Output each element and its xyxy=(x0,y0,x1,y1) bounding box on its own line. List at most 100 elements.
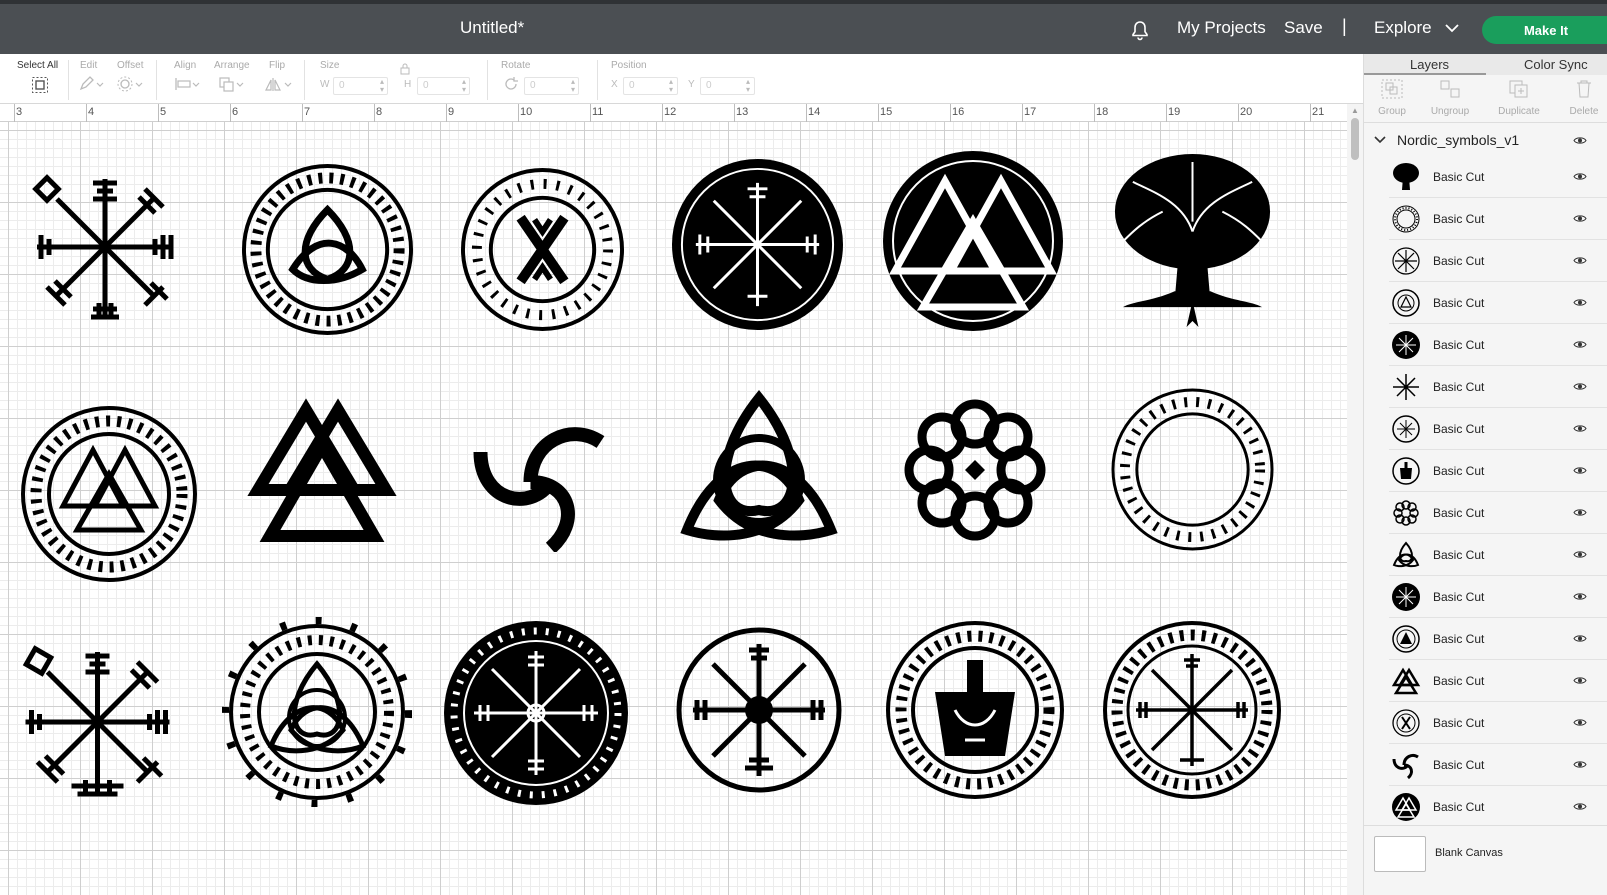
celtic-knot-flower-symbol[interactable] xyxy=(895,390,1055,550)
save-button[interactable]: Save xyxy=(1284,18,1323,38)
runic-ring-thumb-icon xyxy=(1392,205,1420,233)
layer-row[interactable]: Basic Cut xyxy=(1389,492,1607,534)
layer-row[interactable]: Basic Cut xyxy=(1389,366,1607,408)
eye-icon[interactable] xyxy=(1573,256,1587,265)
layer-row[interactable]: Basic Cut xyxy=(1389,450,1607,492)
rotate-label: Rotate xyxy=(501,60,531,71)
pencil-icon[interactable] xyxy=(78,76,104,92)
eye-icon[interactable] xyxy=(1573,718,1587,727)
layer-row[interactable]: Basic Cut xyxy=(1389,786,1607,828)
layer-group-row[interactable]: Nordic_symbols_v1 xyxy=(1364,124,1607,156)
ruler-tick xyxy=(662,104,663,122)
eye-icon[interactable] xyxy=(1573,802,1587,811)
eye-icon[interactable] xyxy=(1573,634,1587,643)
explore-menu[interactable]: Explore xyxy=(1374,18,1432,38)
eye-icon[interactable] xyxy=(1573,214,1587,223)
vegvisir-symbol[interactable] xyxy=(20,162,190,332)
eye-icon[interactable] xyxy=(1573,382,1587,391)
layer-row[interactable]: Basic Cut xyxy=(1389,156,1607,198)
layer-row[interactable]: Basic Cut xyxy=(1389,324,1607,366)
scroll-up-icon[interactable]: ▲ xyxy=(1351,106,1359,115)
scrollbar-thumb[interactable] xyxy=(1351,118,1359,160)
make-it-button[interactable]: Make It xyxy=(1482,16,1607,44)
layer-row[interactable]: Basic Cut xyxy=(1389,198,1607,240)
project-title[interactable]: Untitled* xyxy=(460,18,524,38)
x-stepper[interactable]: ▴ ▾ xyxy=(669,78,673,94)
layer-label: Basic Cut xyxy=(1433,758,1485,772)
valknut-black-disc-symbol[interactable] xyxy=(882,150,1064,332)
blank-canvas-row[interactable]: Blank Canvas xyxy=(1364,825,1607,895)
flip-icon[interactable] xyxy=(264,76,294,92)
bell-icon[interactable] xyxy=(1128,19,1152,43)
runic-triquetra-circle-symbol[interactable] xyxy=(240,162,415,337)
runic-ring-symbol[interactable] xyxy=(1110,387,1275,552)
vegvisir-large-symbol[interactable] xyxy=(15,637,180,807)
delete-button[interactable]: Delete xyxy=(1554,79,1607,117)
vegvisir-black-disc-symbol[interactable] xyxy=(670,157,845,332)
triple-horn-thumb-icon xyxy=(1392,753,1419,780)
eye-icon[interactable] xyxy=(1573,424,1587,433)
width-stepper[interactable]: ▴ ▾ xyxy=(380,78,384,94)
ruler-tick xyxy=(806,104,807,122)
align-icon[interactable] xyxy=(174,76,202,92)
tree-of-life-symbol[interactable] xyxy=(1110,154,1275,329)
tab-color-sync[interactable]: Color Sync xyxy=(1524,57,1588,72)
valknut-symbol[interactable] xyxy=(236,394,408,550)
offset-icon[interactable] xyxy=(117,76,145,92)
eye-icon[interactable] xyxy=(1573,760,1587,769)
vegvisir-runic-circle-symbol[interactable] xyxy=(1102,620,1282,800)
eye-icon[interactable] xyxy=(1573,592,1587,601)
layer-row[interactable]: Basic Cut xyxy=(1389,744,1607,786)
layer-row[interactable]: Basic Cut xyxy=(1389,660,1607,702)
panel-tabs: Layers Color Sync xyxy=(1364,54,1607,75)
layer-row[interactable]: Basic Cut xyxy=(1389,576,1607,618)
eye-icon[interactable] xyxy=(1573,340,1587,349)
chevron-down-icon[interactable] xyxy=(1445,24,1459,33)
ungroup-button[interactable]: Ungroup xyxy=(1420,79,1480,117)
design-canvas[interactable] xyxy=(0,122,1347,895)
layer-row[interactable]: Basic Cut xyxy=(1389,702,1607,744)
ruler-number: 16 xyxy=(952,106,965,118)
layer-label: Basic Cut xyxy=(1433,338,1485,352)
flip-label: Flip xyxy=(269,60,286,71)
layer-row[interactable]: Basic Cut xyxy=(1389,282,1607,324)
runic-x-circle-symbol[interactable] xyxy=(460,167,625,332)
triquetra-symbol[interactable] xyxy=(678,390,840,550)
rotate-stepper[interactable]: ▴ ▾ xyxy=(571,78,575,94)
eye-icon[interactable] xyxy=(1573,508,1587,517)
aegishjalmur-black-disc-symbol[interactable] xyxy=(443,620,629,806)
vegvisir-circle-symbol[interactable] xyxy=(676,627,842,793)
layer-row[interactable]: Basic Cut xyxy=(1389,240,1607,282)
y-stepper[interactable]: ▴ ▾ xyxy=(746,78,750,94)
trash-icon xyxy=(1577,80,1591,98)
ruler-number: 12 xyxy=(664,106,677,118)
ruler-number: 14 xyxy=(808,106,821,118)
canvas-vertical-scrollbar[interactable]: ▲ xyxy=(1347,104,1363,895)
my-projects-link[interactable]: My Projects xyxy=(1177,18,1266,38)
eye-icon[interactable] xyxy=(1573,136,1587,145)
lock-icon[interactable] xyxy=(400,63,410,75)
eye-icon[interactable] xyxy=(1573,298,1587,307)
triquetra-runic-ornate-symbol[interactable] xyxy=(222,617,412,807)
eye-icon[interactable] xyxy=(1573,172,1587,181)
triple-horn-symbol[interactable] xyxy=(468,412,613,552)
runic-valknut-circle-symbol[interactable] xyxy=(20,405,198,583)
eye-icon[interactable] xyxy=(1573,550,1587,559)
eye-icon[interactable] xyxy=(1573,466,1587,475)
duplicate-button[interactable]: Duplicate xyxy=(1489,79,1549,117)
layer-row[interactable]: Basic Cut xyxy=(1389,534,1607,576)
layer-row[interactable]: Basic Cut xyxy=(1389,618,1607,660)
toolbar-divider xyxy=(304,60,305,100)
layer-row[interactable]: Basic Cut xyxy=(1389,408,1607,450)
tab-layers[interactable]: Layers xyxy=(1410,57,1449,72)
group-button[interactable]: Group xyxy=(1362,79,1422,117)
mjolnir-runic-circle-symbol[interactable] xyxy=(885,620,1065,800)
group-name[interactable]: Nordic_symbols_v1 xyxy=(1397,132,1519,148)
eye-icon[interactable] xyxy=(1573,676,1587,685)
arrange-icon[interactable] xyxy=(218,76,246,92)
chevron-down-icon[interactable] xyxy=(1374,136,1386,144)
select-all-icon[interactable] xyxy=(31,76,49,94)
layer-label: Basic Cut xyxy=(1433,800,1485,814)
height-stepper[interactable]: ▴ ▾ xyxy=(462,78,466,94)
blank-canvas-swatch[interactable] xyxy=(1374,836,1426,872)
